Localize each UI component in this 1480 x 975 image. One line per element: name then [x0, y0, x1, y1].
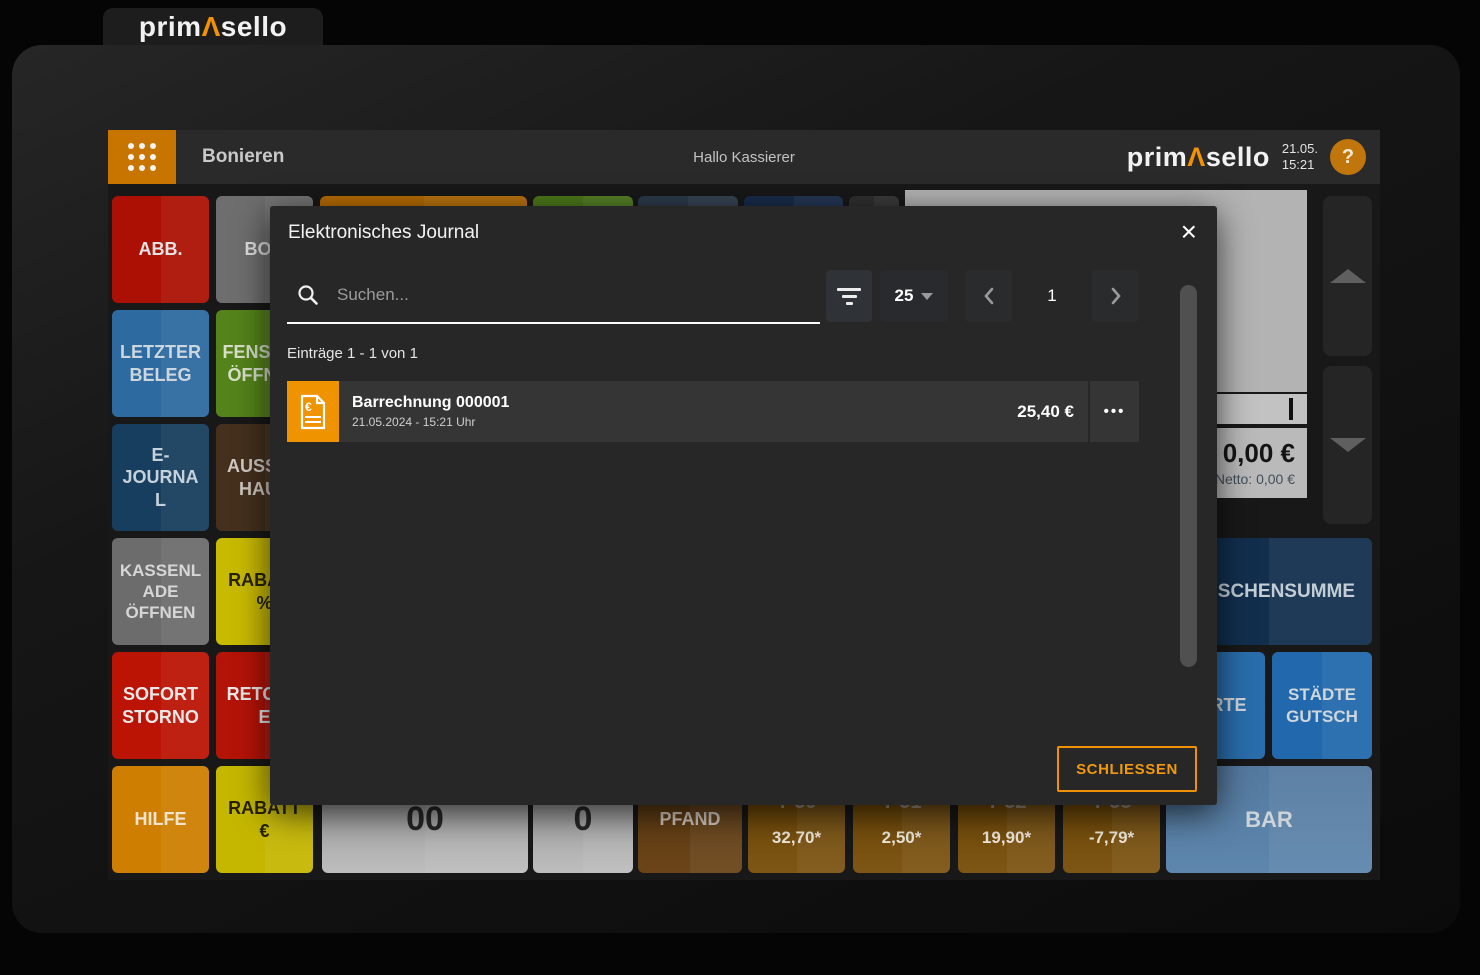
key-label: PFAND — [659, 809, 721, 830]
entry-title: Barrechnung 000001 — [352, 394, 510, 411]
chevron-down-icon — [921, 292, 934, 300]
key-sub-value: 2,50* — [881, 828, 922, 848]
primasello-logo: primΛsello — [1126, 141, 1270, 172]
key-label: ABB. — [138, 239, 183, 260]
grid-icon — [128, 143, 156, 171]
logo-caret-icon: Λ — [1187, 141, 1206, 172]
key-sofort-storno[interactable]: SOFORT STORNO — [112, 652, 209, 759]
key-sub-value: -7,79* — [1088, 828, 1135, 848]
next-page-button[interactable] — [1092, 270, 1139, 322]
arrow-up-icon — [1329, 269, 1366, 283]
primasello-logo: primΛsello — [138, 11, 288, 42]
key-abb[interactable]: ABB. — [112, 196, 209, 303]
logo-caret-icon: Λ — [201, 11, 221, 42]
key-sub-value: 19,90* — [981, 828, 1032, 848]
key-label: SOFORT STORNO — [122, 684, 199, 727]
electronic-journal-dialog: Elektronisches Journal × 25 1 Einträge 1… — [270, 206, 1217, 805]
search-field-wrapper — [287, 268, 820, 324]
page-size-value: 25 — [894, 286, 914, 305]
menu-grid-button[interactable] — [108, 130, 176, 184]
entry-text: Barrechnung 000001 21.05.2024 - 15:21 Uh… — [339, 381, 1017, 442]
datetime-display: 21.05. 15:21 — [1282, 141, 1318, 172]
key-e-journal[interactable]: E-JOURNAL — [112, 424, 209, 531]
dialog-scrollbar[interactable] — [1180, 285, 1197, 667]
entry-amount: 25,40 € — [1017, 401, 1074, 421]
filter-button[interactable] — [826, 270, 872, 322]
key-sub-value: 32,70* — [771, 828, 822, 848]
app-tab: primΛsello — [103, 8, 323, 46]
key-label: STÄDTE GUTSCH — [1286, 685, 1358, 726]
page-size-dropdown[interactable]: 25 — [880, 270, 948, 322]
previous-page-button[interactable] — [965, 270, 1012, 322]
text-cursor — [1289, 398, 1293, 420]
time-value: 15:21 — [1281, 157, 1315, 172]
current-page-number: 1 — [1047, 286, 1057, 305]
key-hilfe[interactable]: HILFE — [112, 766, 209, 873]
key-staedte-gutsch[interactable]: STÄDTE GUTSCH — [1272, 652, 1372, 759]
key-kassenlade[interactable]: KASSENLADE ÖFFNEN — [112, 538, 209, 645]
key-label: KASSENLADE ÖFFNEN — [119, 560, 202, 623]
dialog-title: Elektronisches Journal — [288, 222, 480, 243]
close-icon[interactable]: × — [1177, 214, 1201, 250]
schliessen-button[interactable]: SCHLIESSEN — [1057, 746, 1197, 792]
search-input[interactable] — [335, 284, 755, 306]
key-label: BAR — [1245, 806, 1293, 832]
chevron-right-icon — [1111, 287, 1121, 305]
total-amount: 0,00 € — [1222, 438, 1295, 469]
help-button[interactable]: ? — [1330, 139, 1366, 175]
arrow-down-icon — [1329, 438, 1366, 452]
search-icon — [298, 285, 318, 305]
entry-more-button[interactable]: ••• — [1090, 381, 1139, 442]
filter-icon — [837, 287, 861, 291]
netto-amount: Netto: 0,00 € — [1214, 470, 1295, 487]
scroll-up-button[interactable] — [1323, 196, 1372, 356]
app-header: Bonieren Hallo Kassierer primΛsello 21.0… — [108, 130, 1380, 184]
journal-entry-row[interactable]: € Barrechnung 000001 21.05.2024 - 15:21 … — [287, 381, 1139, 442]
key-label: E-JOURNAL — [122, 444, 199, 510]
svg-text:€: € — [305, 400, 312, 414]
scroll-down-button[interactable] — [1323, 366, 1372, 524]
key-letzter-beleg[interactable]: LETZTER BELEG — [112, 310, 209, 417]
receipt-document-icon: € — [287, 381, 339, 442]
entries-count-label: Einträge 1 - 1 von 1 — [287, 345, 418, 362]
key-label: HILFE — [134, 809, 187, 830]
date-value: 21.05. — [1281, 141, 1318, 157]
key-label: LETZTER BELEG — [120, 342, 201, 385]
entry-timestamp: 21.05.2024 - 15:21 Uhr — [352, 415, 476, 429]
page-title: Bonieren — [202, 146, 285, 167]
chevron-left-icon — [983, 287, 993, 305]
